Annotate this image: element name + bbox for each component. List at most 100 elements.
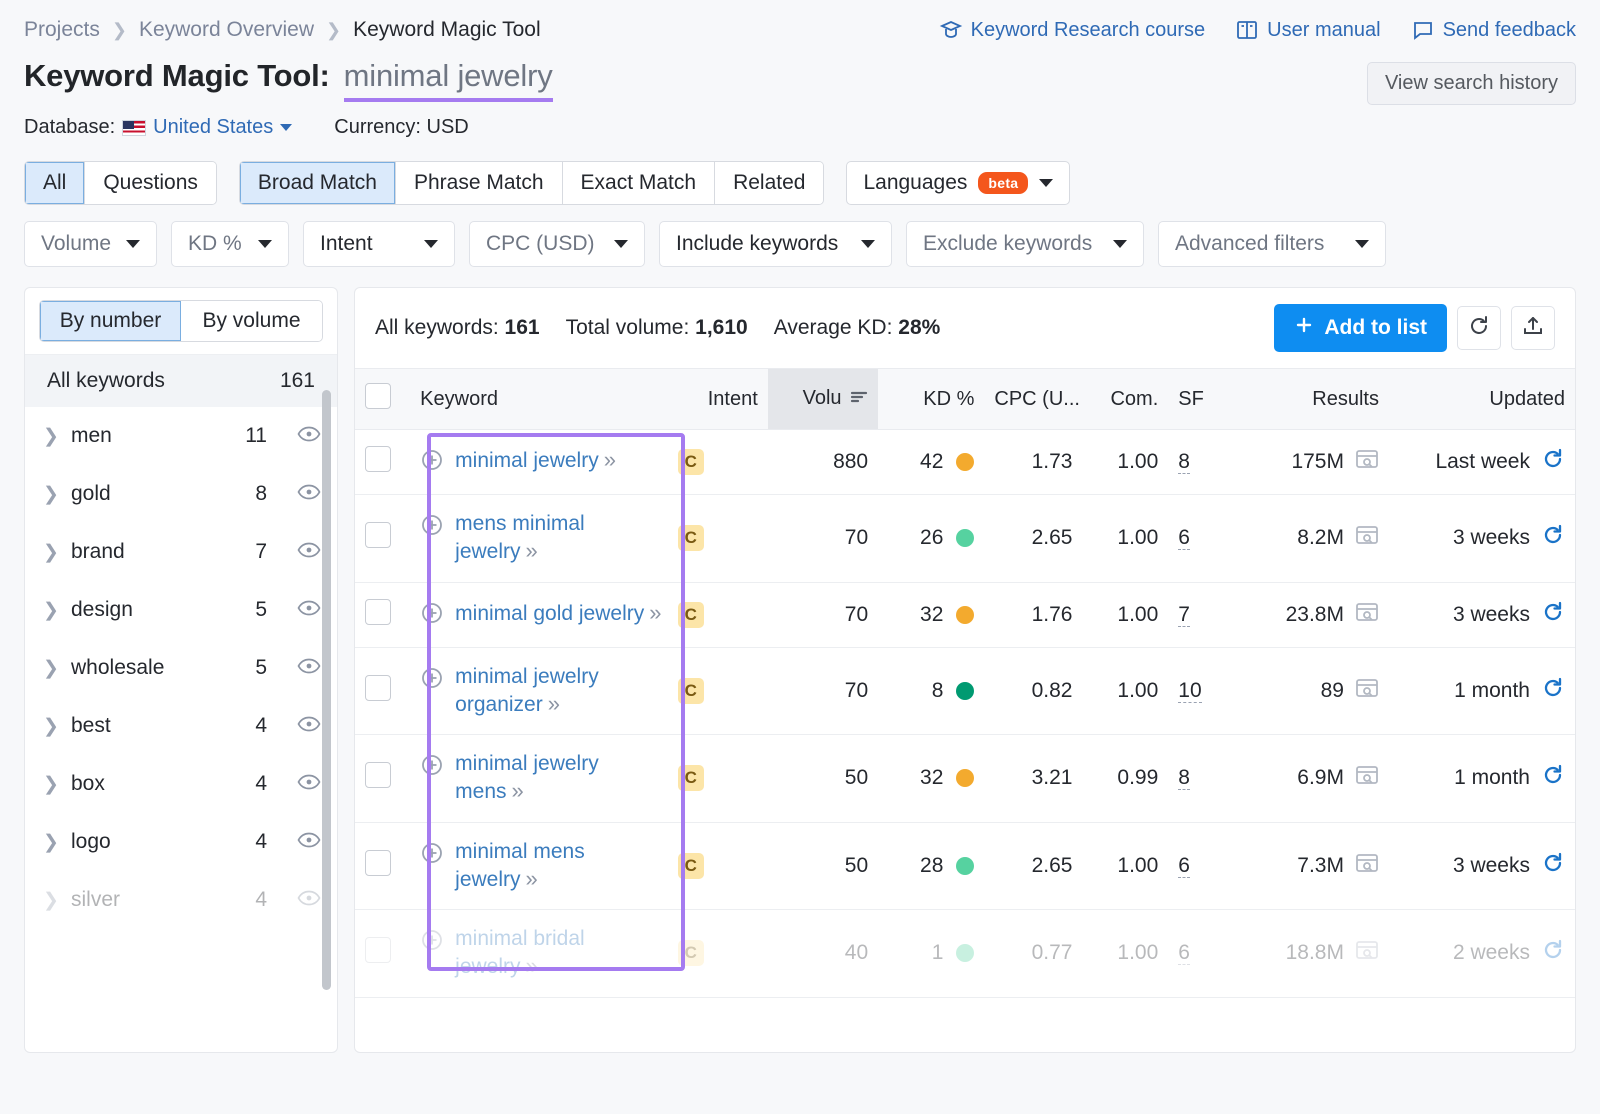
intent-badge[interactable]: C <box>678 449 704 475</box>
exclude-keywords-filter[interactable]: Exclude keywords <box>906 221 1144 267</box>
send-feedback-link[interactable]: Send feedback <box>1411 18 1576 42</box>
sort-icon[interactable] <box>850 388 868 411</box>
update-keyword-icon[interactable] <box>1541 523 1565 553</box>
sidebar-scrollbar[interactable] <box>322 390 331 990</box>
filter-tab-all[interactable]: All <box>25 162 85 204</box>
filter-tab-questions[interactable]: Questions <box>85 162 216 204</box>
add-keyword-icon[interactable] <box>420 753 444 783</box>
expand-keyword-icon[interactable]: » <box>526 538 536 563</box>
chevron-right-icon[interactable]: ❯ <box>43 599 57 622</box>
chevron-right-icon[interactable]: ❯ <box>43 831 57 854</box>
intent-badge[interactable]: C <box>678 765 704 791</box>
column-results[interactable]: Results <box>1236 369 1389 430</box>
eye-icon[interactable] <box>297 540 321 564</box>
chevron-right-icon[interactable]: ❯ <box>43 715 57 738</box>
view-search-history-button[interactable]: View search history <box>1367 62 1576 105</box>
sf-value[interactable]: 6 <box>1178 526 1190 550</box>
sidebar-item-all-keywords[interactable]: All keywords 161 <box>25 354 337 407</box>
eye-icon[interactable] <box>297 598 321 622</box>
keyword-link[interactable]: minimal jewelry organizer» <box>455 664 664 719</box>
add-keyword-icon[interactable] <box>420 841 444 871</box>
table-row[interactable]: minimal jewelry»C880421.731.008175MLast … <box>355 430 1575 495</box>
select-all-checkbox[interactable] <box>365 383 391 409</box>
sf-value[interactable]: 8 <box>1178 450 1190 474</box>
intent-badge[interactable]: C <box>678 525 704 551</box>
sf-value[interactable]: 10 <box>1178 679 1201 703</box>
sidebar-group-item[interactable]: ❯box4 <box>25 755 337 813</box>
add-keyword-icon[interactable] <box>420 513 444 543</box>
cpc-filter[interactable]: CPC (USD) <box>469 221 645 267</box>
row-checkbox[interactable] <box>365 937 391 963</box>
add-keyword-icon[interactable] <box>420 601 444 631</box>
keyword-research-course-link[interactable]: Keyword Research course <box>939 18 1206 42</box>
table-row[interactable]: minimal gold jewelry»C70321.761.00723.8M… <box>355 582 1575 647</box>
serp-preview-icon[interactable] <box>1355 764 1379 792</box>
serp-preview-icon[interactable] <box>1355 524 1379 552</box>
update-keyword-icon[interactable] <box>1541 447 1565 477</box>
sidebar-group-item[interactable]: ❯silver4 <box>25 871 337 929</box>
update-keyword-icon[interactable] <box>1541 763 1565 793</box>
column-keyword[interactable]: Keyword <box>410 369 674 430</box>
expand-keyword-icon[interactable]: » <box>526 866 536 891</box>
eye-icon[interactable] <box>297 482 321 506</box>
column-intent[interactable]: Intent <box>674 369 768 430</box>
sidebar-group-item[interactable]: ❯logo4 <box>25 813 337 871</box>
row-checkbox[interactable] <box>365 522 391 548</box>
eye-icon[interactable] <box>297 424 321 448</box>
chevron-right-icon[interactable]: ❯ <box>43 425 57 448</box>
table-row[interactable]: minimal bridal jewelry»C4010.771.00618.8… <box>355 910 1575 998</box>
intent-badge[interactable]: C <box>678 940 704 966</box>
chevron-right-icon[interactable]: ❯ <box>43 773 57 796</box>
eye-icon[interactable] <box>297 772 321 796</box>
add-keyword-icon[interactable] <box>420 448 444 478</box>
keyword-link[interactable]: minimal jewelry mens» <box>455 751 664 806</box>
export-button[interactable] <box>1511 306 1555 350</box>
filter-tab-phrase-match[interactable]: Phrase Match <box>396 162 563 204</box>
database-selector[interactable]: Database: United States <box>24 116 292 139</box>
eye-icon[interactable] <box>297 714 321 738</box>
advanced-filters[interactable]: Advanced filters <box>1158 221 1386 267</box>
filter-tab-broad-match[interactable]: Broad Match <box>240 162 396 204</box>
update-keyword-icon[interactable] <box>1541 851 1565 881</box>
column-kd[interactable]: KD % <box>878 369 984 430</box>
update-keyword-icon[interactable] <box>1541 938 1565 968</box>
sf-value[interactable]: 8 <box>1178 766 1190 790</box>
row-checkbox[interactable] <box>365 446 391 472</box>
chevron-right-icon[interactable]: ❯ <box>43 657 57 680</box>
row-checkbox[interactable] <box>365 675 391 701</box>
eye-icon[interactable] <box>297 656 321 680</box>
keyword-link[interactable]: minimal mens jewelry» <box>455 839 664 894</box>
volume-filter[interactable]: Volume <box>24 221 157 267</box>
sidebar-group-item[interactable]: ❯men11 <box>25 407 337 465</box>
languages-filter[interactable]: Languages beta <box>846 161 1070 205</box>
add-keyword-icon[interactable] <box>420 666 444 696</box>
include-keywords-filter[interactable]: Include keywords <box>659 221 892 267</box>
refresh-button[interactable] <box>1457 306 1501 350</box>
sf-value[interactable]: 6 <box>1178 854 1190 878</box>
database-value[interactable]: United States <box>153 116 273 139</box>
column-updated[interactable]: Updated <box>1389 369 1575 430</box>
table-row[interactable]: mens minimal jewelry»C70262.651.0068.2M3… <box>355 495 1575 583</box>
expand-keyword-icon[interactable]: » <box>512 778 522 803</box>
serp-preview-icon[interactable] <box>1355 939 1379 967</box>
add-keyword-icon[interactable] <box>420 928 444 958</box>
table-row[interactable]: minimal mens jewelry»C50282.651.0067.3M3… <box>355 822 1575 910</box>
row-checkbox[interactable] <box>365 762 391 788</box>
filter-tab-related[interactable]: Related <box>715 162 823 204</box>
user-manual-link[interactable]: User manual <box>1235 18 1380 42</box>
sidebar-group-item[interactable]: ❯wholesale5 <box>25 639 337 697</box>
intent-badge[interactable]: C <box>678 853 704 879</box>
intent-badge[interactable]: C <box>678 678 704 704</box>
keyword-link[interactable]: minimal gold jewelry» <box>455 599 659 627</box>
column-volume[interactable]: Volu <box>768 369 878 430</box>
add-to-list-button[interactable]: Add to list <box>1274 304 1447 352</box>
serp-preview-icon[interactable] <box>1355 448 1379 476</box>
eye-icon[interactable] <box>297 830 321 854</box>
column-cpc[interactable]: CPC (U... <box>984 369 1082 430</box>
keyword-link[interactable]: minimal bridal jewelry» <box>455 926 664 981</box>
intent-filter[interactable]: Intent <box>303 221 455 267</box>
sort-by-volume-button[interactable]: By volume <box>181 301 322 341</box>
breadcrumb-item-projects[interactable]: Projects <box>24 18 100 42</box>
table-row[interactable]: minimal jewelry mens»C50323.210.9986.9M1… <box>355 735 1575 823</box>
table-row[interactable]: minimal jewelry organizer»C7080.821.0010… <box>355 647 1575 735</box>
